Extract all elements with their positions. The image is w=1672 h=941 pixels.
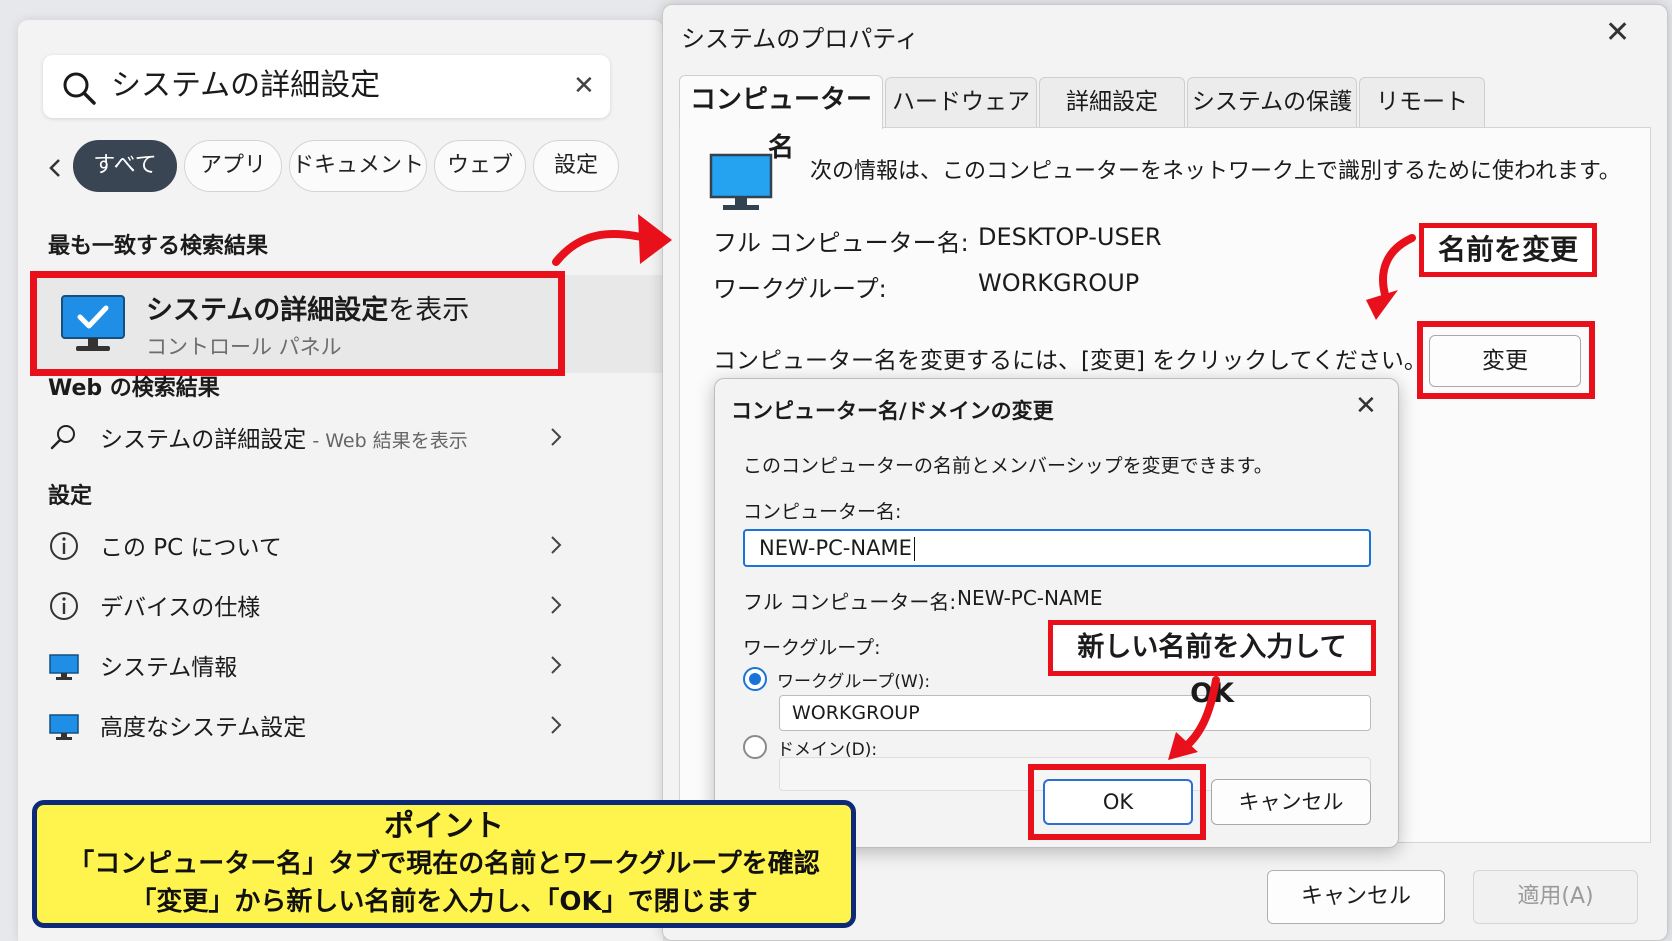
rename-callout: 名前を変更 [1419, 223, 1597, 277]
workgroup-label: ワークグループ: [713, 275, 887, 303]
tab-system-protection[interactable]: システムの保護 [1187, 77, 1357, 127]
full-name-label: フル コンピューター名: [713, 229, 969, 257]
chevron-right-icon [551, 428, 562, 446]
computer-name-label: コンピューター名: [743, 501, 902, 523]
chevron-right-icon [551, 596, 562, 614]
monitor-icon [49, 714, 79, 740]
search-icon [50, 425, 75, 450]
chevron-right-icon [551, 716, 562, 734]
close-icon[interactable]: ✕ [1355, 391, 1377, 421]
clear-icon[interactable]: ✕ [573, 71, 595, 101]
info-icon [50, 592, 78, 620]
new-name-callout: 新しい名前を入力して OK [1048, 620, 1376, 709]
tab-computer-name[interactable]: コンピューター名 [679, 75, 883, 163]
info-icon [50, 532, 78, 560]
info-text: 次の情報は、このコンピューターをネットワーク上で識別するために使われます。 [810, 159, 1621, 184]
computer-name-input[interactable]: NEW-PC-NAME [743, 529, 1371, 567]
point-line-1: 「コンピューター名」タブで現在の名前とワークグループを確認 [68, 849, 820, 879]
workgroup-input[interactable]: WORKGROUP [779, 695, 1371, 731]
settings-item-label: この PC について [100, 535, 282, 561]
computer-name-value: NEW-PC-NAME [759, 536, 912, 560]
settings-item-advanced-system[interactable]: 高度なシステム設定 [48, 700, 563, 750]
settings-item-label: デバイスの仕様 [100, 595, 261, 621]
domain-radio[interactable] [743, 735, 767, 759]
best-match-heading: 最も一致する検索結果 [48, 234, 269, 259]
apply-button[interactable]: 適用(A) [1473, 870, 1638, 924]
filter-apps[interactable]: アプリ [184, 140, 282, 192]
workgroup-radio-label: ワークグループ(W): [777, 672, 931, 692]
change-hint: コンピューター名を変更するには、[変更] をクリックしてください。 [713, 348, 1427, 374]
change-button-highlight [1417, 321, 1595, 399]
settings-item-device-spec[interactable]: デバイスの仕様 [48, 580, 563, 630]
settings-item-label: システム情報 [100, 655, 238, 681]
full-name-label: フル コンピューター名: [743, 590, 957, 614]
web-result-item[interactable]: システムの詳細設定 - Web 結果を表示 [48, 412, 563, 462]
point-callout: ポイント 「コンピューター名」タブで現在の名前とワークグループを確認 「変更」か… [32, 800, 856, 928]
settings-item-system-info[interactable]: システム情報 [48, 640, 563, 690]
search-input[interactable]: システムの詳細設定 [111, 67, 380, 105]
text-caret [913, 537, 915, 561]
settings-item-about-pc[interactable]: この PC について [48, 520, 563, 570]
filter-documents[interactable]: ドキュメント [289, 140, 427, 192]
dialog-title: コンピューター名/ドメインの変更 [731, 399, 1054, 423]
cancel-button[interactable]: キャンセル [1267, 870, 1445, 924]
search-box[interactable]: システムの詳細設定 ✕ [43, 55, 610, 118]
dialog-cancel-button[interactable]: キャンセル [1211, 779, 1371, 825]
workgroup-value: WORKGROUP [978, 269, 1140, 297]
point-line-2: 「変更」から新しい名前を入力し、「OK」で閉じます [130, 887, 758, 917]
web-result-label: システムの詳細設定 - Web 結果を表示 [100, 427, 468, 453]
tab-remote[interactable]: リモート [1359, 77, 1485, 127]
tab-hardware[interactable]: ハードウェア [885, 77, 1037, 127]
settings-heading: 設定 [48, 484, 93, 509]
member-of-label: ワークグループ: [743, 637, 881, 659]
chevron-left-icon[interactable] [43, 148, 67, 188]
filter-all[interactable]: すべて [73, 140, 177, 192]
close-icon[interactable]: ✕ [1605, 15, 1630, 51]
dialog-description: このコンピューターの名前とメンバーシップを変更できます。 [743, 455, 1273, 477]
settings-item-label: 高度なシステム設定 [100, 715, 307, 741]
full-name-value: NEW-PC-NAME [957, 586, 1103, 610]
computer-icon [709, 153, 773, 210]
full-name-value: DESKTOP-USER [978, 223, 1162, 251]
search-icon [63, 72, 96, 105]
web-results-heading: Web の検索結果 [48, 376, 220, 401]
tab-advanced[interactable]: 詳細設定 [1039, 77, 1185, 127]
best-match-highlight [30, 271, 565, 376]
chevron-right-icon [551, 656, 562, 674]
monitor-icon [49, 654, 79, 680]
point-title: ポイント [384, 809, 504, 844]
filter-settings[interactable]: 設定 [533, 140, 619, 192]
workgroup-radio[interactable] [743, 667, 767, 691]
filter-web[interactable]: ウェブ [434, 140, 526, 192]
chevron-right-icon [551, 536, 562, 554]
ok-button-highlight [1028, 764, 1206, 840]
window-title: システムのプロパティ [681, 25, 919, 53]
